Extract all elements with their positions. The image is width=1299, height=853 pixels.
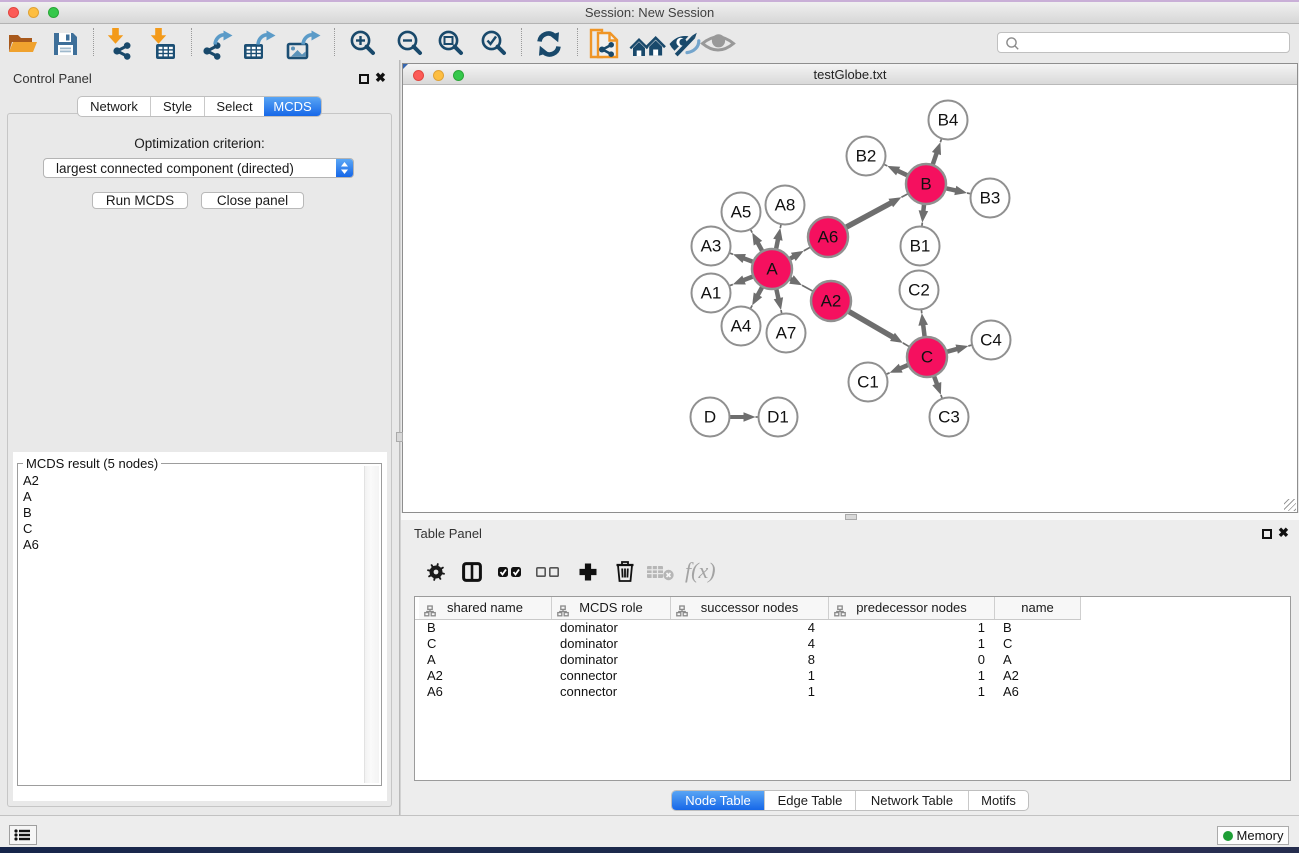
- svg-text:A1: A1: [701, 284, 722, 303]
- svg-text:C: C: [921, 348, 933, 367]
- svg-text:B: B: [920, 175, 931, 194]
- svg-text:C1: C1: [857, 373, 879, 392]
- svg-text:A7: A7: [776, 324, 797, 343]
- svg-text:D1: D1: [767, 408, 789, 427]
- svg-text:A3: A3: [701, 237, 722, 256]
- svg-text:C2: C2: [908, 281, 930, 300]
- svg-text:C3: C3: [938, 408, 960, 427]
- svg-text:A6: A6: [818, 228, 839, 247]
- svg-text:B2: B2: [856, 147, 877, 166]
- svg-text:C4: C4: [980, 331, 1002, 350]
- svg-text:A8: A8: [775, 196, 796, 215]
- svg-text:D: D: [704, 408, 716, 427]
- svg-text:A4: A4: [731, 317, 752, 336]
- svg-text:A5: A5: [731, 203, 752, 222]
- svg-text:B3: B3: [980, 189, 1001, 208]
- svg-text:A: A: [766, 260, 778, 279]
- svg-text:B4: B4: [938, 111, 959, 130]
- svg-text:A2: A2: [821, 292, 842, 311]
- svg-text:B1: B1: [910, 237, 931, 256]
